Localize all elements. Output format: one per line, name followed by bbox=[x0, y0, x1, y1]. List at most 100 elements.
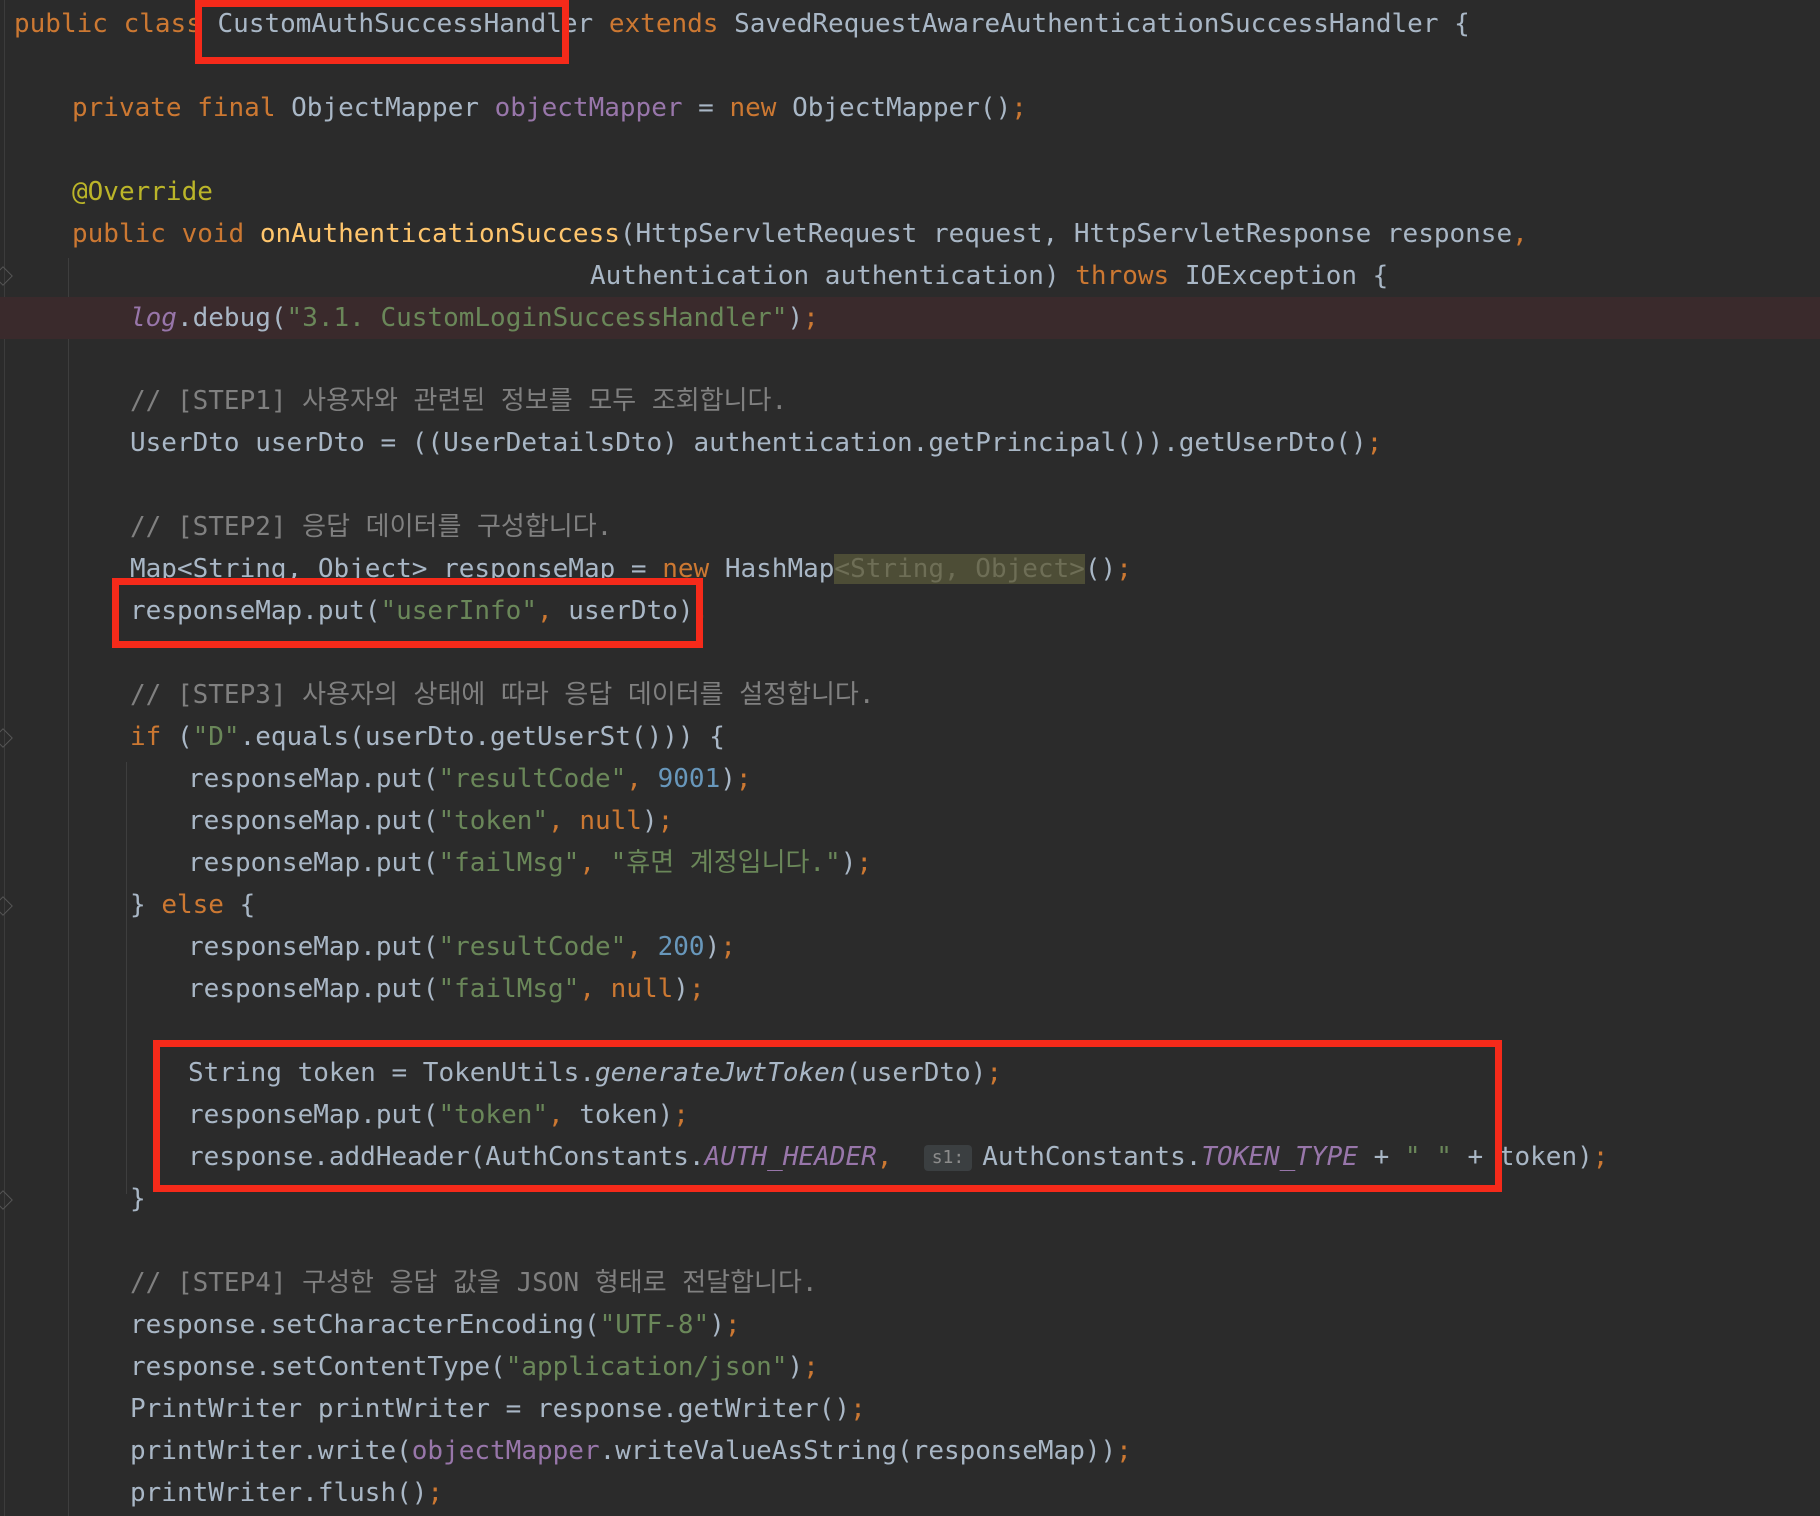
string-literal: "application/json" bbox=[505, 1352, 788, 1382]
comma: , bbox=[548, 806, 564, 836]
code-comment-step2[interactable]: // [STEP2] 응답 데이터를 구성합니다. bbox=[130, 506, 612, 548]
call: responseMap.put( bbox=[188, 764, 439, 794]
call: response.setContentType( bbox=[130, 1352, 506, 1382]
null-literal: null bbox=[579, 806, 642, 836]
code-line-method-signature[interactable]: public void onAuthenticationSuccess(Http… bbox=[72, 213, 1528, 255]
fold-marker-icon[interactable] bbox=[0, 266, 13, 286]
code-line-get-writer[interactable]: PrintWriter printWriter = response.getWr… bbox=[130, 1388, 866, 1430]
semicolon: ; bbox=[850, 1394, 866, 1424]
code-line-log-debug[interactable]: log.debug("3.1. CustomLoginSuccessHandle… bbox=[0, 297, 1820, 339]
semicolon: ; bbox=[1116, 1436, 1132, 1466]
semicolon: ; bbox=[735, 764, 752, 794]
string-literal: "D" bbox=[192, 722, 240, 752]
code-line-set-content-type[interactable]: response.setContentType("application/jso… bbox=[130, 1346, 819, 1388]
generic-bracket: < bbox=[834, 554, 851, 584]
code-comment-step1[interactable]: // [STEP1] 사용자와 관련된 정보를 모두 조회합니다. bbox=[130, 380, 787, 422]
paren: ) bbox=[787, 303, 804, 333]
call: responseMap.put( bbox=[188, 932, 439, 962]
statement: UserDto userDto = ((UserDetailsDto) auth… bbox=[130, 428, 1367, 458]
statement: PrintWriter printWriter = response.getWr… bbox=[130, 1394, 851, 1424]
string-literal: "휴면 계정입니다." bbox=[610, 848, 841, 878]
code-line-flush[interactable]: printWriter.flush(); bbox=[130, 1472, 443, 1514]
semicolon: ; bbox=[657, 806, 674, 836]
exception: IOException { bbox=[1184, 261, 1389, 291]
comma: , bbox=[579, 848, 595, 878]
log-field: log bbox=[130, 303, 177, 333]
string-literal: "failMsg" bbox=[438, 848, 580, 878]
call: response.setCharacterEncoding( bbox=[130, 1310, 600, 1340]
code-line-if[interactable]: if ("D".equals(userDto.getUserSt())) { bbox=[130, 716, 725, 758]
paren: ) bbox=[840, 848, 857, 878]
keyword: class bbox=[123, 9, 202, 39]
semicolon: ; bbox=[803, 1352, 819, 1382]
highlight-box-userinfo bbox=[112, 578, 703, 648]
highlight-box-token bbox=[153, 1040, 1502, 1192]
paren: ) bbox=[673, 974, 689, 1004]
type: ObjectMapper bbox=[291, 93, 479, 123]
fold-marker-icon[interactable] bbox=[0, 728, 13, 748]
code-line-set-encoding[interactable]: response.setCharacterEncoding("UTF-8"); bbox=[130, 1304, 741, 1346]
call: .debug( bbox=[176, 303, 287, 333]
fold-marker-icon[interactable] bbox=[0, 896, 13, 916]
paren: ) bbox=[641, 806, 658, 836]
field-name: objectMapper bbox=[494, 93, 683, 123]
fold-marker-icon[interactable] bbox=[0, 1190, 13, 1210]
highlight-box-class-name bbox=[195, 0, 569, 64]
code-line-field[interactable]: private final ObjectMapper objectMapper … bbox=[72, 87, 1027, 129]
code-comment-step3[interactable]: // [STEP3] 사용자의 상태에 따라 응답 데이터를 설정합니다. bbox=[130, 674, 875, 716]
string-literal: "resultCode" bbox=[438, 932, 627, 962]
generic-bracket: > bbox=[1069, 554, 1085, 584]
keyword: else bbox=[161, 890, 224, 920]
method-name: onAuthenticationSuccess bbox=[259, 219, 620, 249]
semicolon: ; bbox=[1116, 554, 1132, 584]
gutter-divider bbox=[4, 0, 5, 1516]
call: responseMap.put( bbox=[188, 848, 439, 878]
code-line-write[interactable]: printWriter.write(objectMapper.writeValu… bbox=[130, 1430, 1132, 1472]
code-editor[interactable]: public class CustomAuthSuccessHandler ex… bbox=[0, 0, 1820, 1516]
string-literal: "failMsg" bbox=[438, 974, 580, 1004]
call: printWriter.write( bbox=[130, 1436, 412, 1466]
code-line-else[interactable]: } else { bbox=[130, 884, 255, 926]
paren: ) bbox=[720, 764, 736, 794]
string-literal: "UTF-8" bbox=[599, 1310, 710, 1340]
type: HashMap bbox=[709, 554, 835, 584]
code-line-annotation[interactable]: @Override bbox=[72, 171, 213, 213]
comma: , bbox=[626, 932, 642, 962]
params: (HttpServletRequest request, HttpServlet… bbox=[619, 219, 1513, 249]
keyword: new bbox=[729, 93, 777, 123]
semicolon: ; bbox=[1366, 428, 1383, 458]
brace: { bbox=[1454, 9, 1470, 39]
code-line-put-resultcode-200[interactable]: responseMap.put("resultCode", 200); bbox=[188, 926, 736, 968]
code-line-put-resultcode[interactable]: responseMap.put("resultCode", 9001); bbox=[188, 758, 752, 800]
paren: ) bbox=[787, 1352, 804, 1382]
number-literal: 9001 bbox=[657, 764, 721, 794]
paren: () bbox=[1084, 554, 1117, 584]
operator: = bbox=[698, 93, 714, 123]
brace: { bbox=[223, 890, 256, 920]
string-literal: "3.1. CustomLoginSuccessHandler" bbox=[286, 303, 788, 333]
comma: , bbox=[1512, 219, 1528, 249]
indent-guide bbox=[68, 258, 69, 1516]
code-line-userdto[interactable]: UserDto userDto = ((UserDetailsDto) auth… bbox=[130, 422, 1382, 464]
semicolon: ; bbox=[688, 974, 705, 1004]
comma: , bbox=[579, 974, 595, 1004]
constructor: ObjectMapper() bbox=[792, 93, 1012, 123]
code-comment-step4[interactable]: // [STEP4] 구성한 응답 값을 JSON 형태로 전달합니다. bbox=[130, 1262, 818, 1304]
field-name: objectMapper bbox=[411, 1436, 600, 1466]
call: responseMap.put( bbox=[188, 806, 439, 836]
params: Authentication authentication) bbox=[590, 261, 1060, 291]
call: responseMap.put( bbox=[188, 974, 439, 1004]
keyword: if bbox=[130, 722, 162, 752]
call: .writeValueAsString(responseMap)) bbox=[599, 1436, 1117, 1466]
code-line-put-token-null[interactable]: responseMap.put("token", null); bbox=[188, 800, 673, 842]
comma: , bbox=[626, 764, 642, 794]
code-line-close-brace[interactable]: } bbox=[130, 1178, 146, 1220]
code-line-put-failmsg[interactable]: responseMap.put("failMsg", "휴면 계정입니다."); bbox=[188, 842, 872, 884]
code-line-put-failmsg-null[interactable]: responseMap.put("failMsg", null); bbox=[188, 968, 705, 1010]
semicolon: ; bbox=[724, 1310, 741, 1340]
code-line-method-signature-cont[interactable]: Authentication authentication) throws IO… bbox=[590, 255, 1388, 297]
indent-guide bbox=[126, 762, 127, 1194]
brace: } bbox=[130, 890, 162, 920]
number-literal: 200 bbox=[657, 932, 705, 962]
semicolon: ; bbox=[856, 848, 873, 878]
